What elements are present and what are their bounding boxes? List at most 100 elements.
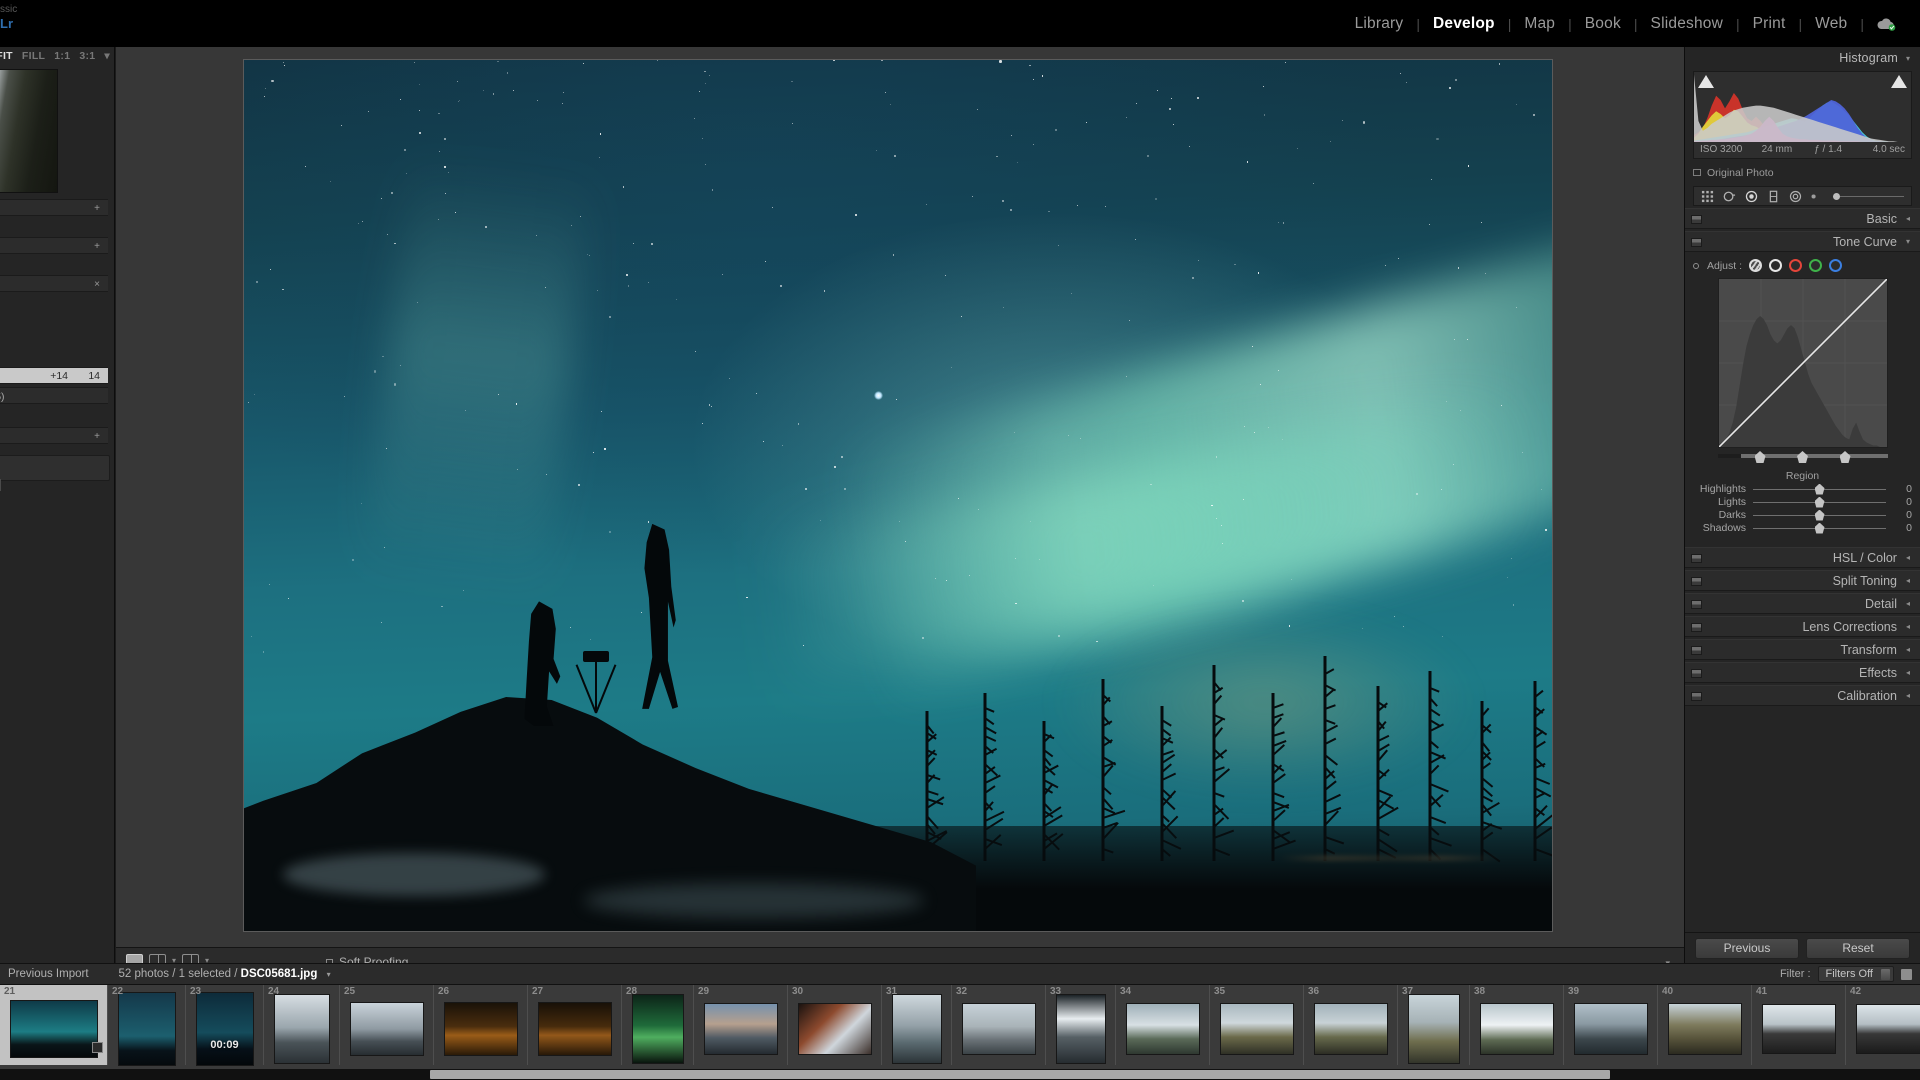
slider-knob-lights[interactable] — [1815, 497, 1825, 508]
module-develop[interactable]: Develop — [1420, 15, 1508, 33]
original-photo-toggle[interactable]: Original Photo — [1693, 164, 1912, 181]
tone-curve-split-track[interactable] — [1718, 451, 1888, 463]
red-eye-icon[interactable] — [1745, 190, 1758, 203]
thumbnail-image[interactable] — [274, 994, 330, 1064]
add-snapshot-icon[interactable]: + — [94, 241, 100, 252]
filmstrip-filename-caret-icon[interactable]: ▾ — [327, 970, 331, 979]
panel-switch-lens-corrections[interactable] — [1691, 623, 1702, 632]
brush-size-knob[interactable] — [1833, 193, 1840, 200]
left-collapsed-row-history[interactable]: × — [0, 275, 108, 292]
filmstrip[interactable]: 21222300:0924252627282930313233343536373… — [0, 985, 1920, 1080]
zoom-caret-icon[interactable]: ▾ — [104, 50, 110, 62]
chevron-down-icon-tone-curve[interactable]: ▾ — [1906, 237, 1910, 246]
filmstrip-thumbnail[interactable]: 31 — [882, 985, 952, 1065]
history-selected-step[interactable]: +14 14 — [0, 367, 108, 384]
slider-track-lights[interactable] — [1753, 502, 1886, 503]
chevron-left-icon-detail[interactable]: ◂ — [1906, 599, 1910, 608]
green-channel-icon[interactable] — [1809, 259, 1822, 272]
original-photo-checkbox[interactable] — [1693, 169, 1701, 176]
thumbnail-image[interactable] — [1762, 1004, 1836, 1054]
panel-tone-curve-header[interactable]: Tone Curve ▾ — [1685, 231, 1920, 252]
panel-effects[interactable]: Effects◂ — [1685, 662, 1920, 683]
module-print[interactable]: Print — [1740, 15, 1799, 33]
brush-size-slider[interactable] — [1833, 196, 1904, 197]
chevron-left-icon-hsl-color[interactable]: ◂ — [1906, 553, 1910, 562]
panel-switch-transform[interactable] — [1691, 646, 1702, 655]
chevron-down-icon[interactable]: ▾ — [1906, 54, 1910, 63]
slider-track-darks[interactable] — [1753, 515, 1886, 516]
add-collection-icon[interactable]: + — [94, 431, 100, 442]
filmstrip-thumbnail[interactable]: 34 — [1116, 985, 1210, 1065]
module-book[interactable]: Book — [1572, 15, 1634, 33]
slider-highlights[interactable]: Highlights0 — [1685, 483, 1912, 495]
rgb-mixed-channel-icon[interactable] — [1749, 259, 1762, 272]
chevron-left-icon-split-toning[interactable]: ◂ — [1906, 576, 1910, 585]
histogram-panel-header[interactable]: Histogram ▾ — [1685, 47, 1920, 69]
graduated-filter-icon[interactable] — [1767, 190, 1780, 203]
panel-switch-basic[interactable] — [1691, 215, 1702, 224]
thumbnail-image[interactable] — [1314, 1003, 1388, 1055]
filmstrip-thumbnail[interactable]: 21 — [0, 985, 108, 1065]
filmstrip-filename[interactable]: DSC05681.jpg — [241, 968, 318, 980]
filmstrip-thumbnail[interactable]: 35 — [1210, 985, 1304, 1065]
filmstrip-thumbnail[interactable]: 33 — [1046, 985, 1116, 1065]
panel-detail[interactable]: Detail◂ — [1685, 593, 1920, 614]
filmstrip-thumbnail[interactable]: 30 — [788, 985, 882, 1065]
spot-removal-icon[interactable] — [1723, 190, 1736, 203]
history-row-duration[interactable]: 1:45:45) — [0, 387, 108, 404]
filmstrip-thumbnail[interactable]: 37 — [1398, 985, 1470, 1065]
histogram-chart[interactable]: ISO 3200 24 mm ƒ / 1.4 4.0 sec — [1693, 71, 1912, 159]
panel-split-toning[interactable]: Split Toning◂ — [1685, 570, 1920, 591]
slider-track-highlights[interactable] — [1753, 489, 1886, 490]
luminance-channel-icon[interactable] — [1769, 259, 1782, 272]
module-slideshow[interactable]: Slideshow — [1638, 15, 1736, 33]
slider-lights[interactable]: Lights0 — [1685, 496, 1912, 508]
filmstrip-thumbnail[interactable]: 40 — [1658, 985, 1752, 1065]
thumbnail-image[interactable] — [798, 1003, 872, 1055]
zoom-level-fill[interactable]: FILL — [22, 50, 45, 62]
panel-switch-calibration[interactable] — [1691, 692, 1702, 701]
panel-switch-split-toning[interactable] — [1691, 577, 1702, 586]
left-collapsed-row-presets[interactable]: + — [0, 199, 108, 216]
blue-channel-icon[interactable] — [1829, 259, 1842, 272]
thumbnail-image[interactable] — [350, 1002, 424, 1056]
split-knob-midtones[interactable] — [1797, 451, 1808, 463]
chevron-left-icon-lens-corrections[interactable]: ◂ — [1906, 622, 1910, 631]
module-library[interactable]: Library — [1342, 15, 1417, 33]
thumbnail-image[interactable] — [1220, 1003, 1294, 1055]
thumbnail-image[interactable] — [1126, 1003, 1200, 1055]
chevron-left-icon-calibration[interactable]: ◂ — [1906, 691, 1910, 700]
module-map[interactable]: Map — [1511, 15, 1568, 33]
adjustment-brush-icon[interactable] — [1811, 190, 1820, 203]
thumbnail-image[interactable] — [1408, 994, 1460, 1064]
tone-curve-graph[interactable] — [1718, 278, 1888, 448]
slider-shadows[interactable]: Shadows0 — [1685, 522, 1912, 534]
filmstrip-thumbnail[interactable]: 28 — [622, 985, 694, 1065]
panel-switch-effects[interactable] — [1691, 669, 1702, 678]
filmstrip-thumbnail[interactable]: 27 — [528, 985, 622, 1065]
red-channel-icon[interactable] — [1789, 259, 1802, 272]
thumbnail-image[interactable] — [1480, 1003, 1554, 1055]
filmstrip-source[interactable]: Previous Import — [0, 968, 89, 980]
thumbnail-image[interactable] — [10, 1000, 98, 1058]
thumbnail-image[interactable] — [1056, 994, 1106, 1064]
filmstrip-thumbnail[interactable]: 41 — [1752, 985, 1846, 1065]
slider-value-highlights[interactable]: 0 — [1886, 483, 1912, 495]
filmstrip-thumbnail[interactable]: 2300:09 — [186, 985, 264, 1065]
slider-value-lights[interactable]: 0 — [1886, 496, 1912, 508]
split-knob-highlights[interactable] — [1840, 451, 1851, 463]
filmstrip-thumbnail[interactable]: 22 — [108, 985, 186, 1065]
thumbnail-image[interactable] — [632, 994, 684, 1064]
thumbnail-image[interactable] — [704, 1003, 778, 1055]
panel-switch-detail[interactable] — [1691, 600, 1702, 609]
identity-plate[interactable]: ssic Lr — [0, 4, 30, 44]
previous-button[interactable]: Previous — [1695, 938, 1799, 959]
thumbnail-image[interactable] — [1856, 1004, 1920, 1054]
thumbnail-image[interactable] — [1574, 1003, 1648, 1055]
add-preset-icon[interactable]: + — [94, 203, 100, 214]
panel-hsl-color[interactable]: HSL / Color◂ — [1685, 547, 1920, 568]
zoom-level-1-1[interactable]: 1:1 — [54, 50, 70, 62]
zoom-level-3-1[interactable]: 3:1 — [79, 50, 95, 62]
panel-switch-hsl-color[interactable] — [1691, 554, 1702, 563]
slider-track-shadows[interactable] — [1753, 528, 1886, 529]
